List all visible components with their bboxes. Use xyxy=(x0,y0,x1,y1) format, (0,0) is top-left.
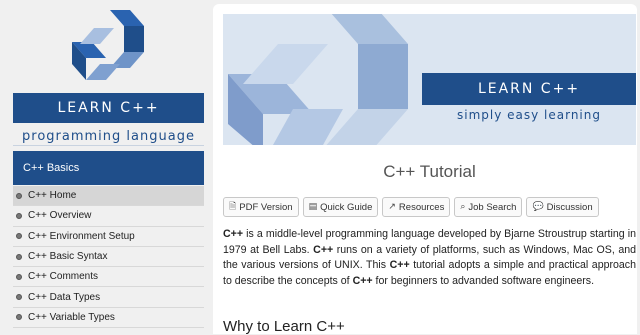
quick-guide-button[interactable]: ▤ Quick Guide xyxy=(302,197,379,217)
sidebar-item-environment-setup[interactable]: C++ Environment Setup xyxy=(13,227,204,247)
sidebar-tagline: programming language xyxy=(22,129,195,144)
sidebar-item-comments[interactable]: C++ Comments xyxy=(13,267,204,288)
pdf-version-button[interactable]: 🗎 PDF Version xyxy=(223,197,299,217)
page-title: C++ Tutorial xyxy=(383,162,476,181)
guide-icon: ▤ xyxy=(308,202,318,212)
discussion-button[interactable]: 💬 Discussion xyxy=(526,197,599,217)
external-link-icon: ↗ xyxy=(388,202,396,212)
sidebar-item-label: C++ Data Types xyxy=(28,291,101,303)
intro-bold: C++ xyxy=(389,259,410,271)
hero-tagline: simply easy learning xyxy=(456,108,601,122)
sidebar-item-cpp-overview[interactable]: C++ Overview xyxy=(13,206,204,227)
sidebar-item-basic-syntax[interactable]: C++ Basic Syntax xyxy=(13,247,204,268)
sidebar-item-variable-types[interactable]: C++ Variable Types xyxy=(13,308,204,329)
intro-paragraph: C++ is a middle-level programming langua… xyxy=(223,227,636,289)
toolbar: 🗎 PDF Version ▤ Quick Guide ↗ Resources ⌕ Jo… xyxy=(223,197,599,217)
sidebar-item-label: C++ Comments xyxy=(28,271,99,283)
bullet-icon xyxy=(16,314,22,321)
bullet-icon xyxy=(16,294,22,301)
job-search-button[interactable]: ⌕ Job Search xyxy=(454,197,523,217)
intro-bold: C++ xyxy=(223,228,244,240)
bullet-icon xyxy=(16,192,22,199)
sidebar-item-label: C++ Basic Syntax xyxy=(28,251,108,263)
sidebar-item-data-types[interactable]: C++ Data Types xyxy=(13,287,204,308)
resources-button[interactable]: ↗ Resources xyxy=(382,197,451,217)
intro-bold: C++ xyxy=(352,274,373,287)
main-content: LEARN C++ simply easy learning C++ Tutor… xyxy=(213,4,637,335)
sidebar-item-label: C++ Overview xyxy=(28,210,92,222)
intro-text: for beginners to advanded software engin… xyxy=(372,274,595,287)
hero-banner-image: LEARN C++ simply easy learning xyxy=(223,14,636,145)
job-search-label: Job Search xyxy=(468,201,517,213)
sidebar-item-label: C++ Home xyxy=(28,190,77,202)
sidebar-item-label: C++ Environment Setup xyxy=(28,230,135,242)
resources-label: Resources xyxy=(398,201,445,213)
sidebar-item-label: C++ Variable Types xyxy=(28,311,115,323)
pdf-version-label: PDF Version xyxy=(239,201,293,213)
pdf-icon: 🗎 xyxy=(229,202,237,212)
bullet-icon xyxy=(16,212,22,219)
sidebar: LEARN C++ programming language C++ Basic… xyxy=(0,0,212,334)
bullet-icon xyxy=(16,233,22,240)
section-heading: Why to Learn C++ xyxy=(223,318,345,335)
sidebar-item-cpp-home[interactable]: C++ Home xyxy=(13,186,204,207)
hero-banner-title: LEARN C++ xyxy=(422,73,636,105)
search-icon: ⌕ xyxy=(460,202,466,212)
logo-icon[interactable] xyxy=(60,6,156,88)
quick-guide-label: Quick Guide xyxy=(320,201,373,213)
intro-bold: C++ xyxy=(313,243,334,256)
bullet-icon xyxy=(16,273,22,280)
discussion-label: Discussion xyxy=(546,201,593,213)
sidebar-banner: LEARN C++ xyxy=(13,93,204,123)
bullet-icon xyxy=(16,253,22,260)
sidebar-nav: C++ Home C++ Overview C++ Environment Se… xyxy=(13,186,204,329)
sidebar-section-title: C++ Basics xyxy=(13,151,204,185)
divider xyxy=(13,145,204,146)
chat-icon: 💬 xyxy=(532,202,544,212)
logo-art-icon xyxy=(228,14,408,145)
